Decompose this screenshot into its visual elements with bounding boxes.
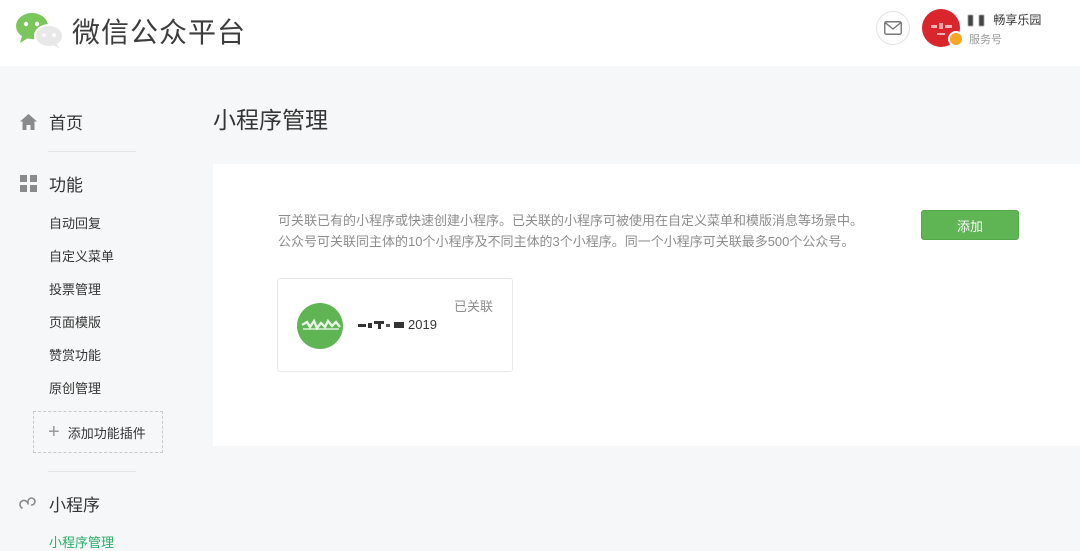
- description-line: 公众号可关联同主体的10个小程序及不同主体的3个小程序。同一个小程序可关联最多5…: [278, 234, 855, 249]
- sidebar-item-auto-reply[interactable]: 自动回复: [49, 213, 101, 232]
- brand-title[interactable]: 微信公众平台: [72, 11, 246, 51]
- redacted-mark: [968, 15, 973, 27]
- add-plugin-button[interactable]: + 添加功能插件: [33, 411, 163, 453]
- sidebar-item-mini-program[interactable]: 小程序: [18, 491, 100, 516]
- mail-icon: [884, 21, 902, 35]
- mini-program-card[interactable]: 已关联 2019: [277, 278, 513, 372]
- link-status: 已关联: [454, 299, 494, 314]
- wechat-logo-icon[interactable]: [14, 10, 66, 50]
- sidebar-item-label: 小程序: [49, 496, 100, 515]
- add-button[interactable]: 添加: [921, 210, 1019, 240]
- description-line: 可关联已有的小程序或快速创建小程序。已关联的小程序可被使用在自定义菜单和模版消息…: [278, 213, 864, 228]
- mini-program-logo-icon: [301, 318, 341, 331]
- redacted-mark: [979, 15, 984, 27]
- redacted-mark: [358, 320, 404, 329]
- sidebar-item-label: 功能: [49, 176, 83, 195]
- grid-icon: [18, 174, 38, 194]
- mini-program-name-suffix: 2019: [408, 317, 437, 332]
- sidebar-item-home[interactable]: 首页: [18, 109, 83, 134]
- sidebar-item-features[interactable]: 功能: [18, 171, 83, 196]
- sidebar: 首页 功能 自动回复 自定义菜单 投票管理 页面模版 赞赏功能 原创管理 + 添…: [0, 66, 190, 550]
- mini-program-icon: [18, 494, 38, 514]
- mini-program-panel: 可关联已有的小程序或快速创建小程序。已关联的小程序可被使用在自定义菜单和模版消息…: [213, 164, 1080, 446]
- sidebar-item-mini-program-manage[interactable]: 小程序管理: [49, 532, 114, 551]
- message-button[interactable]: [876, 11, 910, 45]
- top-header: 微信公众平台 畅享乐园 服务号: [0, 0, 1080, 66]
- sidebar-item-original[interactable]: 原创管理: [49, 378, 101, 397]
- home-icon: [18, 112, 38, 132]
- plus-icon: +: [48, 421, 60, 443]
- add-plugin-label: 添加功能插件: [67, 425, 146, 441]
- account-name[interactable]: 畅享乐园: [968, 11, 1041, 28]
- sidebar-item-vote[interactable]: 投票管理: [49, 279, 101, 298]
- sidebar-item-page-template[interactable]: 页面模版: [49, 312, 101, 331]
- sidebar-item-label: 首页: [49, 114, 83, 133]
- divider: [48, 151, 136, 152]
- description: 可关联已有的小程序或快速创建小程序。已关联的小程序可被使用在自定义菜单和模版消息…: [278, 210, 863, 252]
- verified-badge-icon: [948, 31, 964, 47]
- mini-program-name: 2019: [358, 317, 437, 332]
- divider: [48, 471, 136, 472]
- page-title: 小程序管理: [213, 107, 328, 133]
- mini-program-logo: [297, 303, 343, 349]
- account-type: 服务号: [969, 34, 1002, 46]
- sidebar-item-reward[interactable]: 赞赏功能: [49, 345, 101, 364]
- sidebar-item-custom-menu[interactable]: 自定义菜单: [49, 246, 114, 265]
